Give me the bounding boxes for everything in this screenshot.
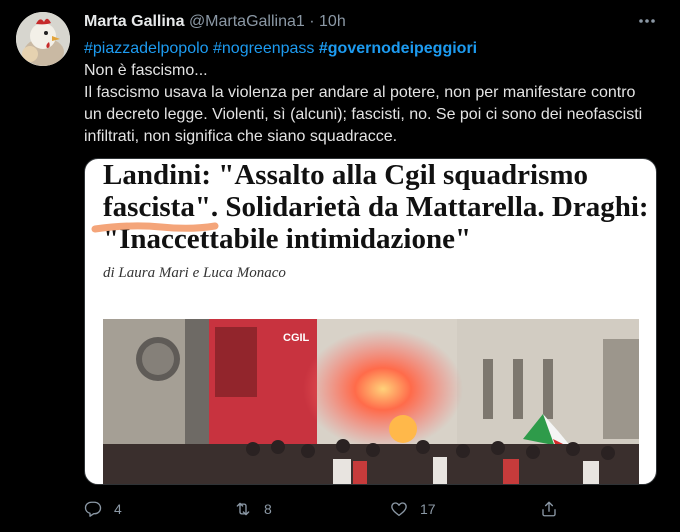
like-count: 17 (420, 501, 436, 517)
tweet-line: Non è fascismo... (84, 62, 208, 79)
separator: · (309, 13, 315, 30)
author-name[interactable]: Marta Gallina (84, 13, 184, 30)
hashtag-link[interactable]: #governodeipeggiori (319, 40, 477, 57)
article-photo: CGIL (103, 319, 639, 484)
headline-line: fascista". Solidarietà da Mattarella. Dr… (103, 191, 649, 223)
headline-line: Landini: "Assalto alla Cgil squadrismo (103, 159, 589, 191)
tweet-text: #piazzadelpopolo #nogreenpass #governode… (84, 38, 654, 148)
reply-count: 4 (114, 501, 122, 517)
tweet-line: Il fascismo usava la violenza per andare… (84, 84, 643, 145)
like-button[interactable]: 17 (390, 500, 436, 518)
tweet-time[interactable]: 10h (319, 13, 346, 30)
hashtag-link[interactable]: #piazzadelpopolo (84, 40, 209, 57)
reply-button[interactable]: 4 (84, 500, 122, 518)
share-icon (542, 501, 556, 517)
retweet-button[interactable]: 8 (234, 500, 272, 518)
retweet-icon (236, 502, 250, 516)
tweet-header: Marta Gallina @MartaGallina1 · 10h (84, 12, 346, 32)
share-button[interactable] (540, 500, 558, 518)
reply-icon (84, 501, 102, 517)
tweet-actions: 4 8 17 (84, 500, 644, 526)
photo-sign: CGIL (283, 332, 310, 344)
highlight-scribble (91, 222, 219, 233)
avatar[interactable] (16, 12, 70, 66)
tweet[interactable]: Marta Gallina @MartaGallina1 · 10h #piaz… (0, 0, 680, 532)
retweet-count: 8 (264, 501, 272, 517)
attached-image[interactable]: Landini: "Assalto alla Cgil squadrismo f… (84, 158, 657, 485)
article-byline: di Laura Mari e Luca Monaco (103, 265, 286, 281)
author-handle[interactable]: @MartaGallina1 (189, 13, 305, 30)
more-icon[interactable] (636, 10, 658, 32)
hashtag-line: #piazzadelpopolo #nogreenpass #governode… (84, 38, 654, 60)
hashtag-link[interactable]: #nogreenpass (213, 40, 314, 57)
like-icon (391, 502, 407, 517)
